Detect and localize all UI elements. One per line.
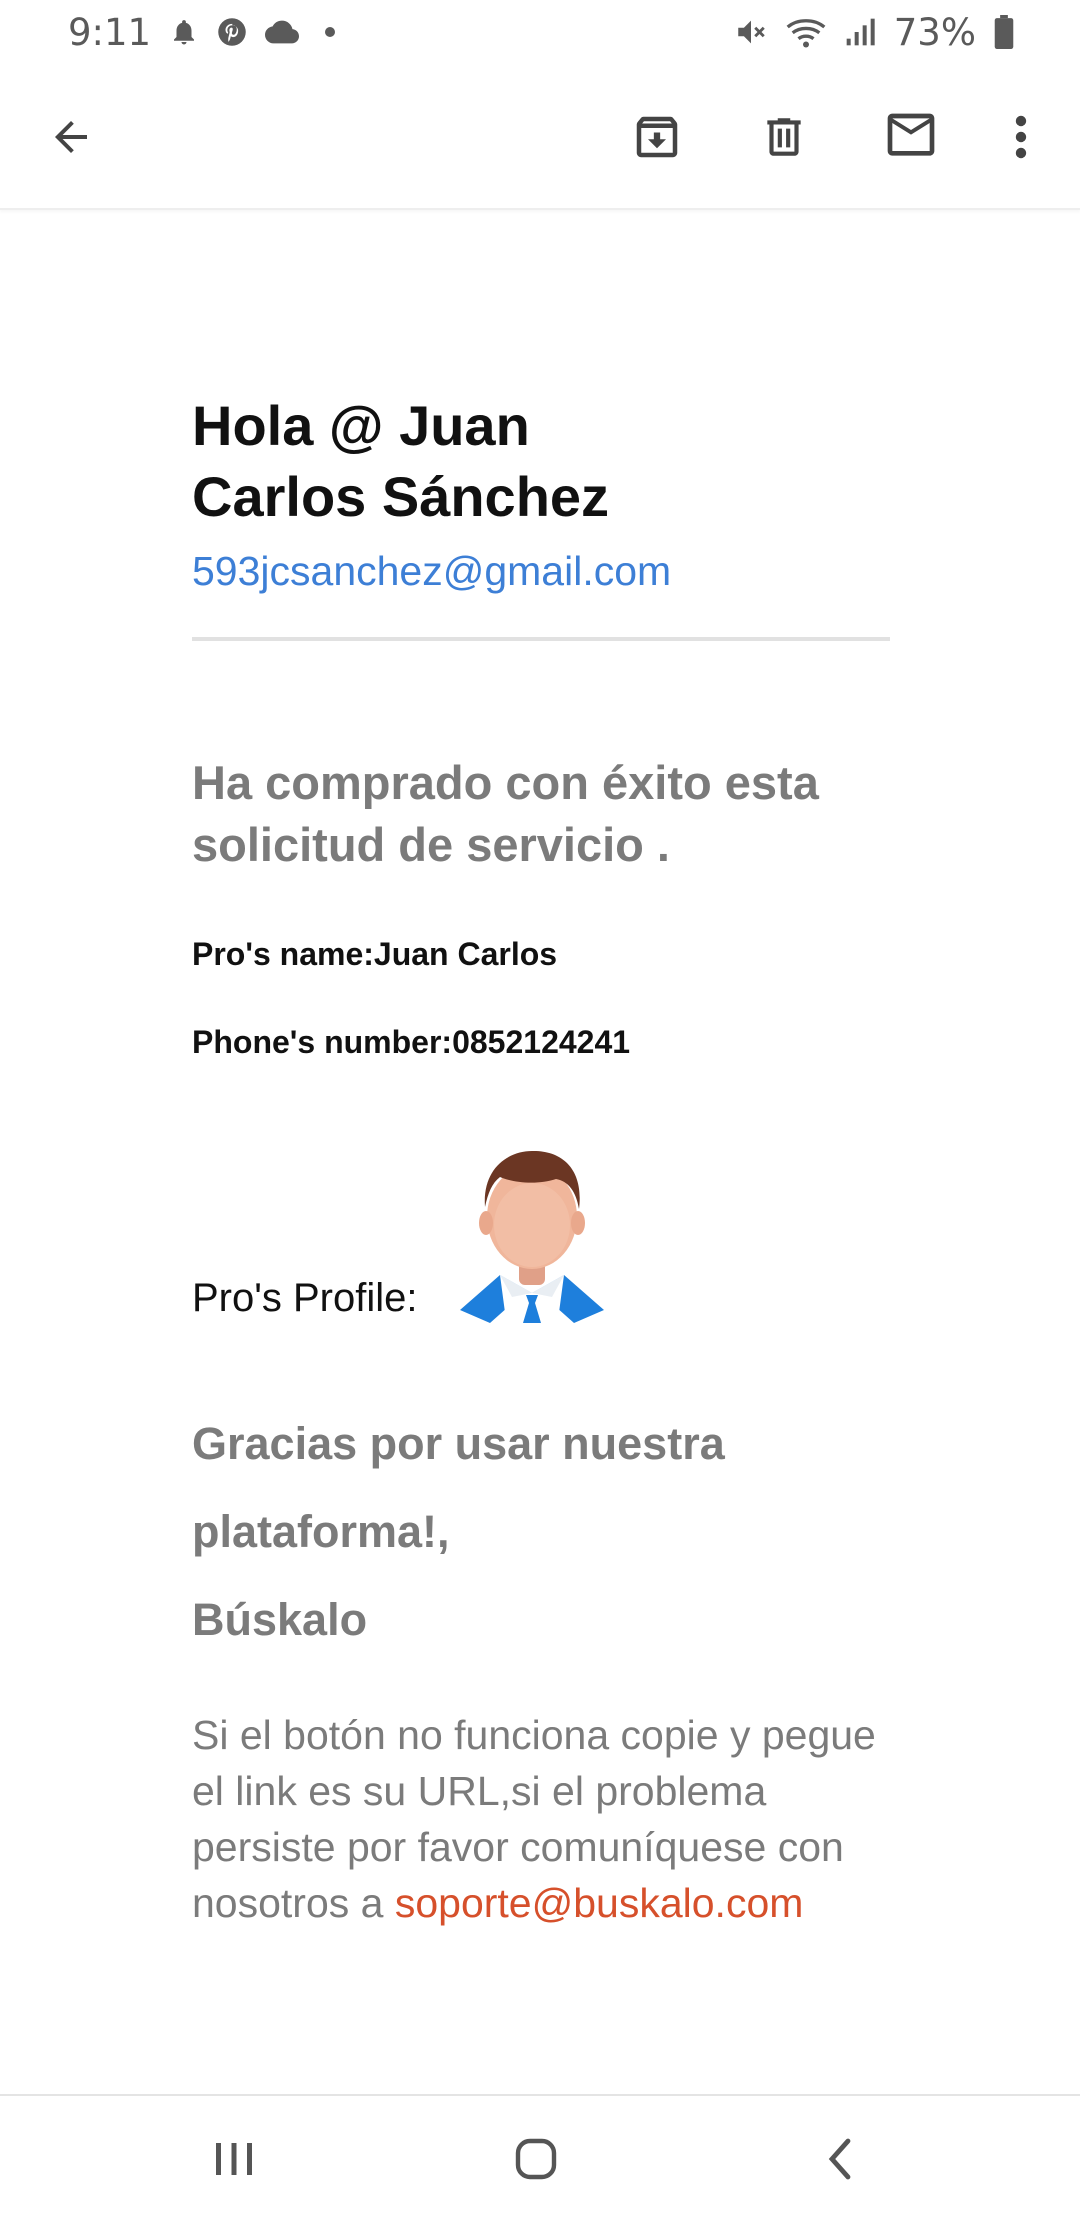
bell-icon [169,16,199,48]
thanks-line-1: Gracias por usar nuestra [192,1418,725,1469]
system-nav-bar [0,2094,1080,2220]
status-bar-left: 9:11 [68,10,336,54]
archive-button[interactable] [620,100,694,174]
mute-icon [734,15,768,49]
pro-avatar[interactable] [452,1145,612,1325]
pinterest-icon [217,17,247,47]
greeting-heading: Hola @ Juan Carlos Sánchez [192,390,752,532]
signal-icon [844,16,876,48]
mark-unread-button[interactable] [874,100,948,174]
back-icon [828,2138,851,2180]
thanks-message: Gracias por usar nuestra plataforma!, Bú… [192,1400,842,1664]
profile-label: Pro's Profile: [192,1276,418,1320]
support-email-link[interactable]: soporte@buskalo.com [395,1880,804,1926]
more-vert-icon [1015,115,1027,159]
pro-name: Pro's name:Juan Carlos [192,936,558,972]
person-avatar-icon [460,1150,604,1323]
back-arrow-icon [55,121,87,153]
battery-icon [994,15,1014,49]
help-note: Si el botón no funciona copie y pegue el… [192,1707,892,1931]
home-button[interactable] [496,2126,576,2192]
greeting-line-2: Carlos Sánchez [192,465,610,528]
divider [192,637,890,641]
email-toolbar [0,64,1080,210]
signature: Búskalo [192,1594,368,1645]
more-options-button[interactable] [984,100,1058,174]
recent-apps-icon [216,2143,252,2175]
wifi-icon [786,15,826,49]
status-time: 9:11 [68,10,152,54]
archive-icon [636,116,678,158]
trash-icon [767,118,801,156]
recipient-email-link[interactable]: 593jcsanchez@gmail.com [192,548,671,595]
nav-back-button[interactable] [800,2126,880,2192]
battery-percent: 73% [893,10,976,54]
thanks-line-2: plataforma!, [192,1506,450,1557]
cloud-icon [265,20,300,44]
recent-apps-button[interactable] [194,2126,274,2192]
home-icon [515,2138,557,2180]
phone-number: Phone's number:0852124241 [192,1024,631,1060]
delete-button[interactable] [747,100,821,174]
mail-icon [887,113,935,156]
success-message: Ha comprado con éxito esta solicitud de … [192,756,819,871]
status-bar: 9:11 73% [0,0,1080,64]
greeting-line-1: Hola @ Juan [192,394,530,457]
status-bar-right: 73% [734,11,1014,54]
back-button[interactable] [34,100,108,174]
dot-icon [325,27,336,37]
